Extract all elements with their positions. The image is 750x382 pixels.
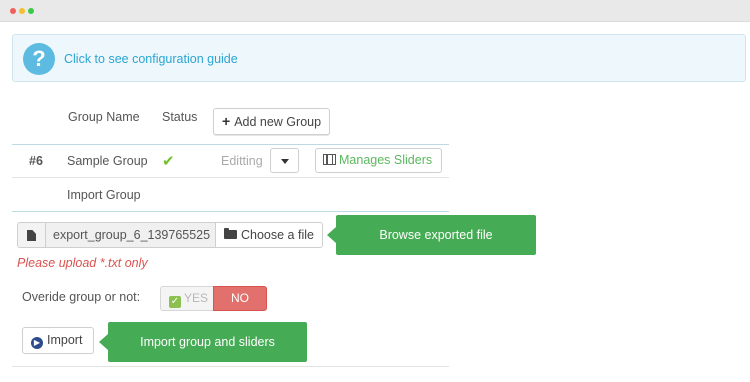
override-group-label: Overide group or not: (22, 290, 141, 304)
question-icon: ? (23, 43, 55, 75)
plus-icon: + (222, 113, 231, 129)
browse-file-callout: Browse exported file (327, 215, 536, 255)
override-yes-toggle[interactable]: ✓ YES (160, 286, 214, 311)
file-icon (27, 230, 36, 241)
file-type-warning: Please upload *.txt only (17, 256, 148, 270)
import-button[interactable]: ▶ Import (22, 327, 94, 354)
maximize-window-dot[interactable] (28, 8, 34, 14)
minimize-window-dot[interactable] (19, 8, 25, 14)
column-header-status: Status (162, 110, 198, 124)
configuration-guide-banner: ? Click to see configuration guide (12, 34, 746, 82)
column-header-group-name: Group Name (68, 110, 140, 124)
choose-file-button[interactable]: Choose a file (215, 222, 323, 248)
add-new-group-button[interactable]: + Add new Group (213, 108, 330, 135)
row-divider (12, 177, 449, 178)
film-icon (323, 154, 336, 165)
configuration-guide-link[interactable]: Click to see configuration guide (64, 52, 238, 66)
group-row-state: Editting (221, 154, 263, 168)
group-row-id: #6 (29, 154, 43, 168)
selected-file-name-field[interactable]: export_group_6_139765525 (45, 222, 216, 248)
caret-down-icon (281, 159, 289, 164)
import-group-callout: Import group and sliders (99, 322, 307, 362)
window-titlebar (0, 0, 750, 22)
group-actions-dropdown-button[interactable] (270, 148, 299, 173)
close-window-dot[interactable] (10, 8, 16, 14)
circle-arrow-right-icon: ▶ (31, 337, 43, 349)
manage-sliders-label: Manages Sliders (339, 153, 433, 167)
manage-sliders-button[interactable]: Manages Sliders (315, 148, 442, 173)
file-input-addon (17, 222, 45, 248)
check-icon: ✔ (162, 153, 175, 170)
override-no-toggle[interactable]: NO (213, 286, 267, 311)
checkbox-checked-icon: ✓ (169, 296, 181, 308)
add-new-group-label: Add new Group (234, 115, 322, 129)
import-group-label: Import Group (67, 188, 141, 202)
import-button-label: Import (47, 333, 83, 347)
override-yes-label: YES (184, 291, 209, 305)
group-row-name: Sample Group (67, 154, 148, 168)
header-divider (12, 144, 449, 145)
choose-file-label: Choose a file (241, 228, 314, 242)
folder-open-icon (224, 228, 237, 239)
